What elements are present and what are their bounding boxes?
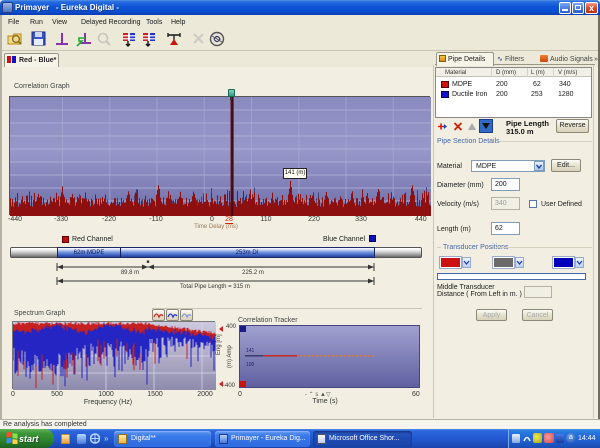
svg-text:141: 141 <box>246 348 255 354</box>
svg-text:100: 100 <box>246 362 255 368</box>
